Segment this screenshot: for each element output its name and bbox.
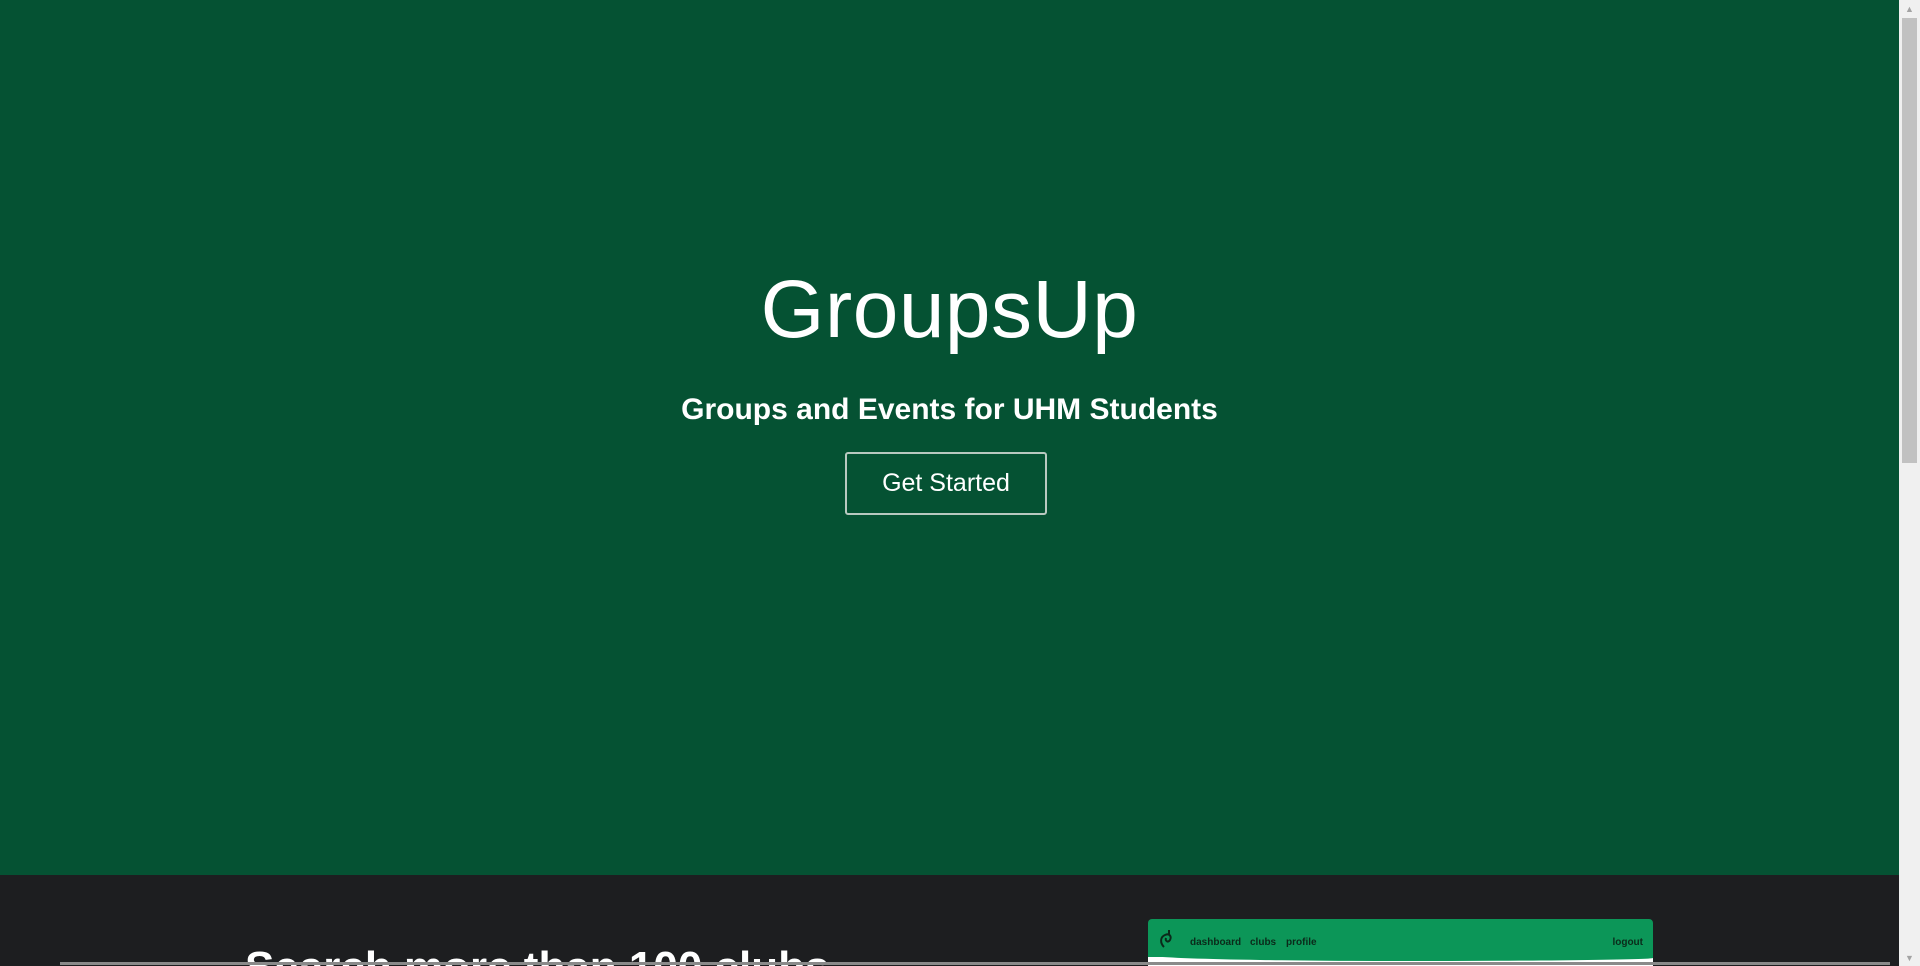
scroll-up-arrow-icon[interactable]: ▲ [1899,0,1920,17]
preview-navbar: dashboard clubs profile logout [1148,919,1653,957]
groupsup-logo-icon [1160,930,1172,948]
horizontal-scroll-indicator [60,962,1890,965]
preview-nav-clubs: clubs [1250,937,1277,948]
preview-nav-profile: profile [1286,937,1317,948]
preview-nav-dashboard: dashboard [1190,937,1242,948]
scrollbar-thumb[interactable] [1902,18,1917,463]
scroll-down-arrow-icon[interactable]: ▼ [1899,949,1920,966]
vertical-scrollbar[interactable]: ▲ ▼ [1899,0,1920,966]
preview-nav-logout: logout [1612,937,1643,948]
hero-section: GroupsUp Groups and Events for UHM Stude… [0,0,1899,875]
get-started-button[interactable]: Get Started [845,452,1047,515]
app-preview-image: dashboard clubs profile logout [1148,919,1653,966]
hero-title: GroupsUp [760,264,1139,355]
hero-subtitle: Groups and Events for UHM Students [681,393,1218,426]
landing-page: GroupsUp Groups and Events for UHM Stude… [0,0,1899,966]
features-section: Search more than 100 clubs dashboard clu… [0,875,1899,966]
